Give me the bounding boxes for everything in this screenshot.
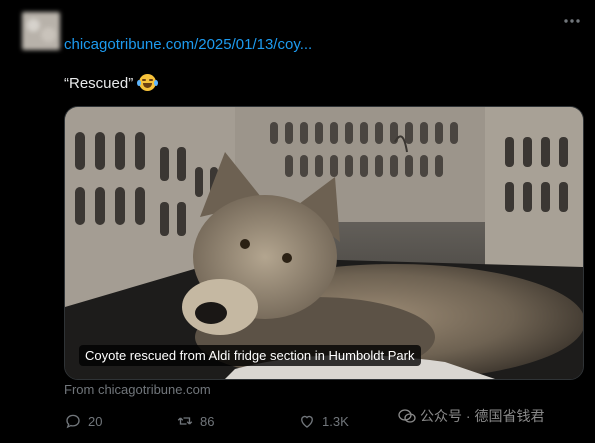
- like-count: 1.3K: [322, 413, 349, 429]
- tears-of-joy-emoji-icon: [137, 74, 159, 91]
- link-card[interactable]: Coyote rescued from Aldi fridge section …: [64, 106, 584, 380]
- article-link[interactable]: chicagotribune.com/2025/01/13/coy...: [64, 36, 312, 53]
- repost-icon: [177, 417, 193, 425]
- tweet-text: “Rescued”: [64, 74, 159, 92]
- wechat-logo-icon: [398, 409, 416, 423]
- avatar[interactable]: [22, 12, 60, 50]
- repost-count: 86: [200, 413, 215, 429]
- card-caption: Coyote rescued from Aldi fridge section …: [79, 345, 421, 366]
- reply-count: 20: [88, 413, 103, 429]
- more-options-icon[interactable]: [560, 11, 584, 35]
- watermark-text: 公众号 · 德国省钱君: [420, 408, 545, 424]
- repost-button[interactable]: 86: [176, 410, 214, 432]
- coyote-photo: [65, 107, 583, 379]
- like-button[interactable]: 1.3K: [298, 410, 349, 432]
- reply-icon: [66, 414, 80, 429]
- wechat-watermark: 公众号 · 德国省钱君: [398, 406, 544, 426]
- heart-icon: [301, 415, 313, 428]
- reply-button[interactable]: 20: [64, 410, 102, 432]
- tweet-text-content: “Rescued”: [64, 75, 134, 92]
- card-source[interactable]: From chicagotribune.com: [64, 382, 211, 397]
